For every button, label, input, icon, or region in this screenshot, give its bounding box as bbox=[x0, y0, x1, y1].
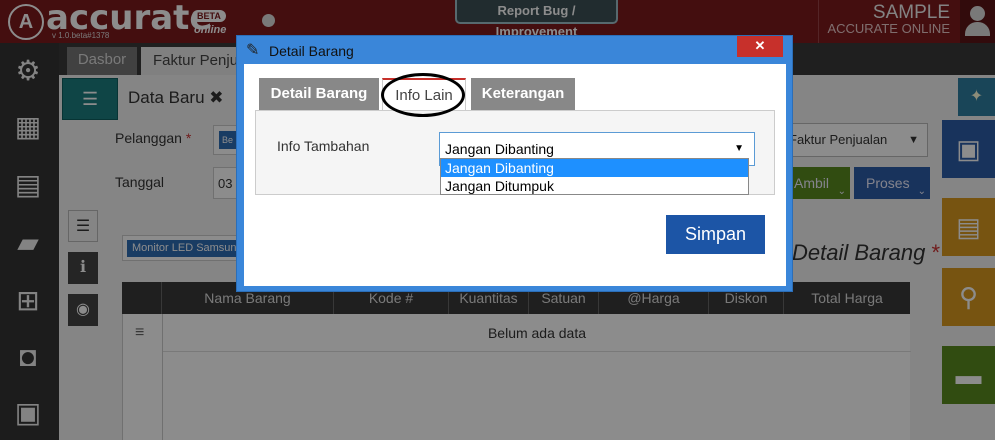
tab-detail-barang[interactable]: Detail Barang bbox=[259, 78, 379, 110]
info-tambahan-label: Info Tambahan bbox=[277, 138, 370, 154]
dropdown-option[interactable]: Jangan Ditumpuk bbox=[441, 177, 748, 195]
simpan-button[interactable]: Simpan bbox=[666, 215, 765, 254]
info-tambahan-dropdown: Jangan Dibanting Jangan Ditumpuk bbox=[440, 158, 749, 195]
highlight-circle-annotation bbox=[381, 73, 465, 117]
dropdown-option[interactable]: Jangan Dibanting bbox=[441, 159, 748, 177]
detail-barang-dialog: ✎ Detail Barang ✕ Detail Barang Info Lai… bbox=[236, 35, 793, 292]
dialog-title: Detail Barang bbox=[269, 43, 354, 59]
pencil-icon: ✎ bbox=[246, 42, 260, 59]
tab-keterangan[interactable]: Keterangan bbox=[471, 78, 575, 110]
dialog-body: Detail Barang Info Lain Keterangan Info … bbox=[244, 64, 786, 286]
select-value: Jangan Dibanting bbox=[445, 141, 554, 157]
info-lain-panel: Info Tambahan Jangan Dibanting ▼ Jangan D… bbox=[255, 110, 775, 195]
close-button[interactable]: ✕ bbox=[737, 36, 783, 57]
